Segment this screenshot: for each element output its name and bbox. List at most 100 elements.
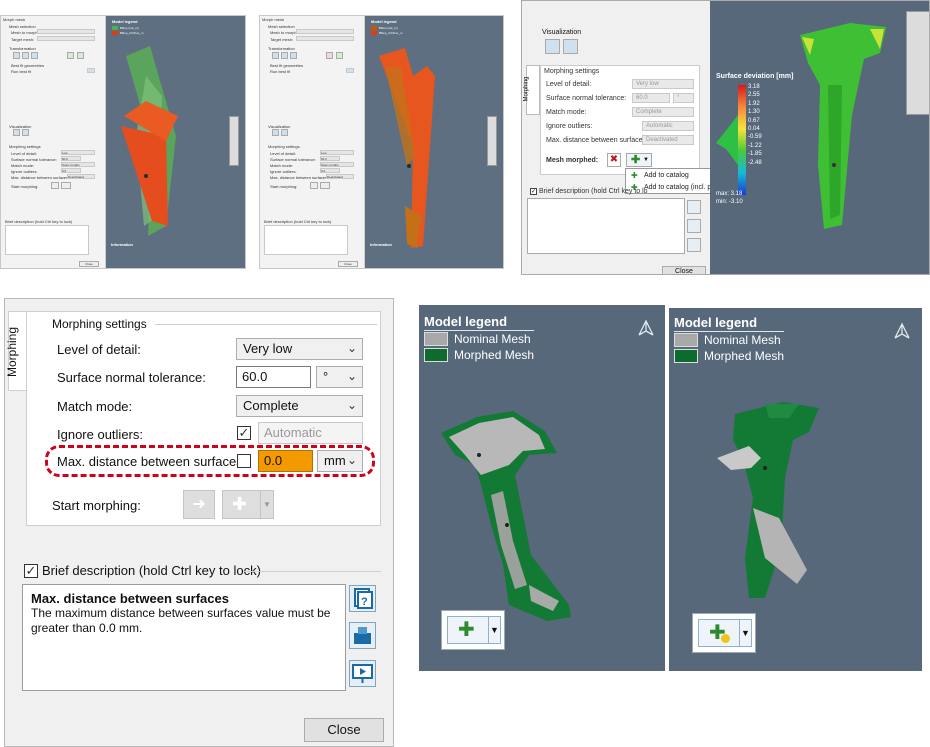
visualization-icon-2[interactable] xyxy=(563,39,578,54)
mini-tool-icon[interactable] xyxy=(61,182,71,189)
plus-icon: ✚ xyxy=(458,619,475,641)
mini-field[interactable]: Deactivated xyxy=(326,174,354,179)
mini-tool-icon[interactable] xyxy=(326,52,333,59)
mini-tool-icon[interactable] xyxy=(31,52,38,59)
mini-field[interactable] xyxy=(37,29,95,34)
description-title: Max. distance between surfaces xyxy=(31,591,229,606)
mini-field[interactable]: 0.0 xyxy=(320,168,340,173)
move-badge-icon xyxy=(721,634,730,643)
tab-morphing-label: Morphing xyxy=(523,76,530,102)
mini-close-button[interactable]: Close xyxy=(79,261,99,267)
mini-label: Mesh to morph: xyxy=(11,30,39,35)
level-of-detail-select[interactable]: Very low xyxy=(632,79,694,89)
mini-field[interactable]: Deactivated xyxy=(67,174,95,179)
max-distance-input[interactable]: Deactivated xyxy=(642,135,694,145)
mini-tool-icon[interactable] xyxy=(22,52,29,59)
mini-field[interactable]: 60.0 xyxy=(61,156,81,161)
mesh-model-image xyxy=(379,48,435,248)
add-position-split-button[interactable]: ✚ ▼ xyxy=(698,619,752,647)
max-distance-input[interactable]: 0.0 xyxy=(258,450,313,472)
brief-description-checkbox[interactable]: ✓ xyxy=(530,188,537,195)
export-icon[interactable] xyxy=(349,622,376,649)
ignore-outliers-input[interactable]: Automatic xyxy=(642,121,694,131)
add-to-catalog-button[interactable]: ✚ ▼ xyxy=(626,153,652,167)
ignore-outliers-checkbox[interactable]: ✓ xyxy=(237,426,251,440)
mini-tool-icon[interactable] xyxy=(22,129,29,136)
mini-field[interactable] xyxy=(37,36,95,41)
mini-label: Run best fit xyxy=(270,69,291,74)
max-distance-label: Max. distance between surfaces: xyxy=(546,137,648,144)
mini-close-button[interactable]: Close xyxy=(338,261,358,267)
max-distance-unit-select[interactable]: mm ⌄ xyxy=(317,450,363,472)
mini-tool-icon[interactable] xyxy=(67,52,74,59)
mini-description-box xyxy=(264,225,348,255)
ignore-outliers-label: Ignore outliers: xyxy=(546,123,593,130)
arrow-right-icon: ➜ xyxy=(192,496,206,513)
close-button[interactable]: Close xyxy=(304,718,384,742)
mini-label: Start morphing: xyxy=(11,184,39,189)
start-morphing-arrow-button[interactable]: ➜ xyxy=(183,490,215,519)
normal-tolerance-unit[interactable]: ° xyxy=(673,93,694,103)
brief-description-divider xyxy=(243,571,381,572)
mini-field[interactable] xyxy=(346,68,354,73)
discard-icon[interactable]: ✖ xyxy=(607,153,621,167)
presentation-icon[interactable] xyxy=(687,238,701,252)
mini-field[interactable]: Scan morphs xyxy=(61,162,95,167)
brief-description-checkbox[interactable]: ✓ xyxy=(24,564,38,578)
scale-label: -1.22 xyxy=(748,142,762,149)
add-button-preview[interactable]: ✚ ▼ xyxy=(441,610,505,650)
presentation-icon[interactable] xyxy=(349,660,376,687)
mini-tool-icon[interactable] xyxy=(13,52,20,59)
mini-tool-icon[interactable] xyxy=(272,52,279,59)
ignore-outliers-input[interactable]: Automatic xyxy=(258,422,363,444)
mini-field[interactable]: Scan morphs xyxy=(320,162,354,167)
normal-tolerance-input[interactable]: 60.0 xyxy=(236,366,311,388)
level-of-detail-select[interactable]: Very low ⌄ xyxy=(236,338,363,360)
mini-tool-icon[interactable] xyxy=(13,129,20,136)
tab-morphing[interactable]: Morphing xyxy=(5,311,28,391)
mini-tool-icon[interactable] xyxy=(272,129,279,136)
mini-tool-icon[interactable] xyxy=(51,182,59,189)
add-position-button-preview[interactable]: ✚ ▼ xyxy=(692,613,756,653)
mini-label: Target mesh: xyxy=(11,37,35,42)
view-toolbar xyxy=(906,11,929,115)
mini-field[interactable]: 60.0 xyxy=(320,156,340,161)
information-label: Information xyxy=(111,242,133,247)
deviation-title: Surface deviation [mm] xyxy=(716,73,794,80)
mini-field[interactable]: Low xyxy=(320,150,354,155)
normal-tolerance-input[interactable]: 60.0 xyxy=(632,93,670,103)
mesh-morphed-label: Mesh morphed: xyxy=(546,157,599,164)
match-mode-select[interactable]: Complete ⌄ xyxy=(236,395,363,417)
visualization-icon-1[interactable] xyxy=(545,39,560,54)
tab-morphing[interactable]: Morphing xyxy=(523,65,540,115)
help-icon[interactable]: ? xyxy=(349,585,376,612)
chevron-down-icon: ⌄ xyxy=(346,398,357,412)
mini-field[interactable] xyxy=(296,29,354,34)
max-distance-checkbox[interactable] xyxy=(237,454,251,468)
mini-field[interactable]: 0.0 xyxy=(61,168,81,173)
max-distance-label: Max. distance between surfaces: xyxy=(57,454,247,469)
color-scale-bar xyxy=(738,85,746,195)
mini-tool-icon[interactable] xyxy=(310,182,318,189)
chevron-down-icon[interactable]: ▼ xyxy=(739,620,751,646)
chevron-down-icon[interactable]: ▼ xyxy=(488,617,500,643)
mini-tool-icon[interactable] xyxy=(336,52,343,59)
mini-field[interactable]: Low xyxy=(61,150,95,155)
add-split-button[interactable]: ✚ ▼ xyxy=(447,616,501,644)
mini-label: Brief description (hold Ctrl key to lock… xyxy=(264,219,332,224)
mini-tool-icon[interactable] xyxy=(320,182,330,189)
mini-tool-icon[interactable] xyxy=(281,129,288,136)
mini-label: Max. distance between surfaces: xyxy=(270,175,329,180)
menu-item-add-to-catalog[interactable]: Add to catalog xyxy=(644,172,689,179)
normal-tolerance-unit-select[interactable]: ° ⌄ xyxy=(316,366,363,388)
export-icon[interactable] xyxy=(687,219,701,233)
mini-field[interactable] xyxy=(87,68,95,73)
start-morphing-split-button[interactable]: ✚ ▼ xyxy=(222,490,274,519)
close-button[interactable]: Close xyxy=(662,266,706,274)
help-icon[interactable] xyxy=(687,200,701,214)
mini-tool-icon[interactable] xyxy=(281,52,288,59)
mini-tool-icon[interactable] xyxy=(77,52,84,59)
match-mode-select[interactable]: Complete xyxy=(632,107,694,117)
mini-tool-icon[interactable] xyxy=(290,52,297,59)
mini-field[interactable] xyxy=(296,36,354,41)
